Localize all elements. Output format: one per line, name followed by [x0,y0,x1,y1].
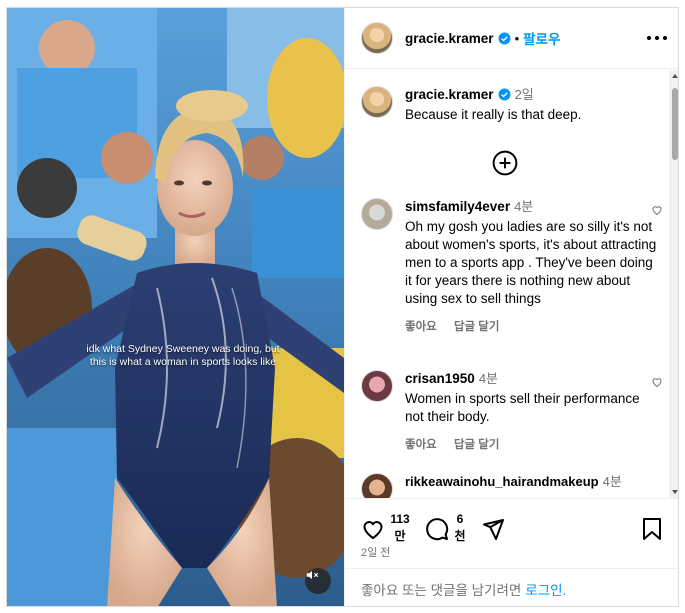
more-options-icon [647,36,651,40]
mute-button[interactable] [305,568,331,594]
video-caption: idk what Sydney Sweeney was doing, but t… [86,343,280,368]
like-count-unit: 만 [394,529,406,543]
heart-icon[interactable] [651,376,663,388]
avatar[interactable] [361,473,393,498]
paper-plane-icon[interactable] [481,517,505,541]
post-video-frame [7,8,344,606]
post-header: gracie.kramer • 팔로우 [345,8,678,69]
comment-count-unit: 천 [454,529,466,543]
comment-username[interactable]: gracie.kramer [405,87,494,102]
comment-username[interactable]: crisan1950 [405,371,475,386]
avatar[interactable] [361,198,393,230]
heart-icon[interactable] [651,204,663,216]
reply-button[interactable]: 답글 달기 [454,321,500,333]
post-side-panel: gracie.kramer • 팔로우 gracie.kramer 2일 Beca… [344,8,678,606]
post-timestamp: 2일 전 [361,547,391,559]
speech-bubble-icon[interactable] [425,517,449,541]
comments-scrollbar[interactable] [669,70,678,498]
post-dialog: idk what Sydney Sweeney was doing, but t… [6,7,679,607]
comment-text: Oh my gosh you ladies are so silly it's … [405,219,657,306]
follow-button[interactable]: 팔로우 [523,28,560,48]
comment-time: 2일 [514,87,534,102]
login-prompt-text: 좋아요 또는 댓글을 남기려면 [361,583,522,598]
comment-count[interactable]: 6 천 [453,511,467,545]
list-item: simsfamily4ever 4분 Oh my gosh you ladies … [361,198,663,358]
like-count[interactable]: 113 만 [389,511,411,545]
comment-time: 4분 [514,199,534,214]
comment-text: Women in sports sell their performance n… [405,391,640,424]
comment-text: Because it really is that deep. [405,107,582,122]
heart-icon[interactable] [361,517,385,541]
login-link[interactable]: 로그인. [525,579,566,599]
post-action-bar: 113 만 6 천 2일 전 좋아요 또는 댓글을 남기려면 로그인. [345,498,678,606]
comment-time: 4분 [602,474,622,489]
more-options-button[interactable] [647,30,667,46]
login-prompt: 좋아요 또는 댓글을 남기려면 로그인. [345,568,678,606]
avatar[interactable] [361,86,393,118]
like-count-number: 113 [390,512,410,526]
scroll-up-arrow-icon[interactable] [672,74,678,78]
author-caption: gracie.kramer 2일 Because it really is tha… [361,86,661,126]
scroll-down-arrow-icon[interactable] [672,490,678,494]
separator-dot: • [514,30,520,46]
comment-username[interactable]: simsfamily4ever [405,199,510,214]
bookmark-icon[interactable] [641,517,663,541]
avatar[interactable] [361,370,393,402]
list-item: crisan1950 4분 Women in sports sell their … [361,370,663,451]
scroll-thumb[interactable] [672,88,678,160]
comment-time: 4분 [478,371,499,386]
speaker-muted-icon [306,570,319,580]
comment-count-number: 6 [456,512,464,526]
post-media[interactable]: idk what Sydney Sweeney was doing, but t… [7,8,344,606]
verified-badge-icon [498,32,511,44]
verified-badge-icon [498,88,511,101]
avatar[interactable] [361,22,393,54]
comments-list[interactable]: gracie.kramer 2일 Because it really is tha… [345,70,678,498]
plus-circle-icon[interactable] [492,150,518,176]
reply-button[interactable]: 답글 달기 [454,439,500,451]
like-comment-button[interactable]: 좋아요 [405,439,437,451]
comment-username[interactable]: rikkeawainohu_hairandmakeup [405,474,599,489]
like-comment-button[interactable]: 좋아요 [405,321,437,333]
author-username[interactable]: gracie.kramer [405,31,494,46]
list-item: rikkeawainohu_hairandmakeup 4분 [361,473,661,498]
